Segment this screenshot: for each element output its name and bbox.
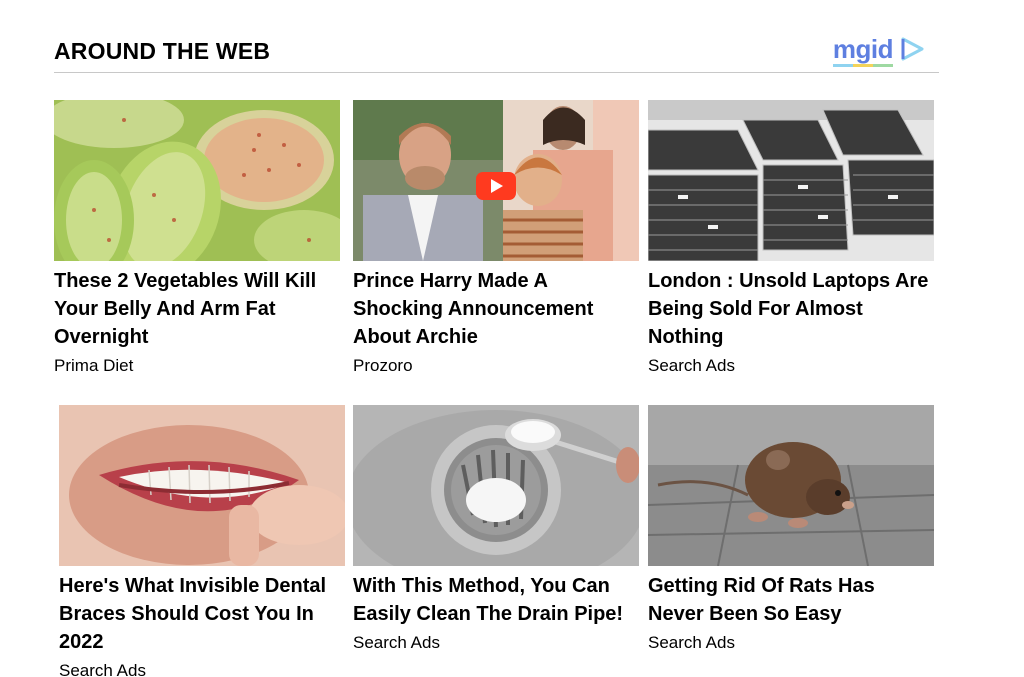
brand-underline: [832, 64, 893, 67]
ad-card[interactable]: Getting Rid Of Rats Has Never Been So Ea…: [648, 405, 934, 655]
mgid-logo[interactable]: mgid: [832, 32, 925, 67]
ad-card[interactable]: Prince Harry Made A Shocking Announcemen…: [353, 100, 639, 378]
ad-headline[interactable]: Prince Harry Made A Shocking Announcemen…: [353, 267, 639, 351]
ad-headline[interactable]: These 2 Vegetables Will Kill Your Belly …: [54, 267, 340, 351]
ad-image-drain[interactable]: [353, 405, 639, 566]
mgid-wordmark: mgid: [832, 34, 894, 67]
ad-image-aligner-smile[interactable]: [59, 405, 345, 566]
ad-image-laptops[interactable]: [648, 100, 934, 261]
ad-image-rat[interactable]: [648, 405, 934, 566]
ad-source[interactable]: Search Ads: [648, 631, 934, 655]
ad-image-royal-family[interactable]: [353, 100, 639, 261]
ad-source[interactable]: Search Ads: [353, 631, 639, 655]
play-triangle-icon: [901, 37, 924, 61]
video-play-icon[interactable]: [476, 172, 516, 200]
ad-source[interactable]: Prima Diet: [54, 354, 340, 378]
ad-source[interactable]: Prozoro: [353, 354, 639, 378]
ad-card[interactable]: Here's What Invisible Dental Braces Shou…: [59, 405, 345, 677]
ad-source[interactable]: Search Ads: [59, 659, 345, 677]
ad-source[interactable]: Search Ads: [648, 354, 934, 378]
ad-card[interactable]: These 2 Vegetables Will Kill Your Belly …: [54, 100, 340, 378]
ad-image-cucumber[interactable]: [54, 100, 340, 261]
widget-header: AROUND THE WEB mgid: [54, 30, 939, 73]
widget-title: AROUND THE WEB: [54, 38, 271, 64]
ad-headline[interactable]: Here's What Invisible Dental Braces Shou…: [59, 572, 345, 656]
ad-headline[interactable]: London : Unsold Laptops Are Being Sold F…: [648, 267, 934, 351]
brand-name: mgid: [832, 34, 894, 64]
ad-card[interactable]: London : Unsold Laptops Are Being Sold F…: [648, 100, 934, 378]
around-the-web-widget: AROUND THE WEB mgid: [54, 30, 939, 73]
ad-headline[interactable]: With This Method, You Can Easily Clean T…: [353, 572, 639, 628]
ad-card[interactable]: With This Method, You Can Easily Clean T…: [353, 405, 639, 655]
ad-headline[interactable]: Getting Rid Of Rats Has Never Been So Ea…: [648, 572, 934, 628]
